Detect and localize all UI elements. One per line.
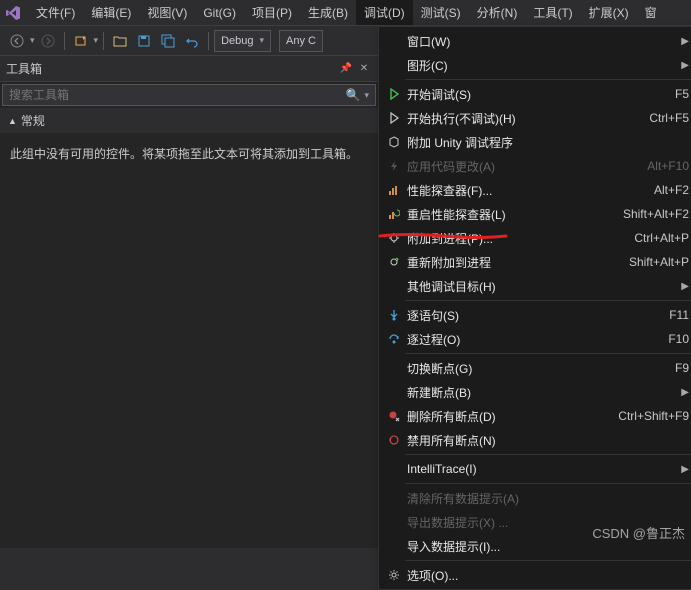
play-outline-icon (383, 112, 405, 124)
profiler-icon (383, 184, 405, 196)
gear-icon (383, 569, 405, 581)
menu-attach-unity[interactable]: 附加 Unity 调试程序 (379, 130, 691, 154)
unity-icon (383, 136, 405, 148)
delete-bp-icon (383, 410, 405, 422)
pin-icon[interactable]: 📌 (338, 61, 354, 77)
menu-other-targets[interactable]: 其他调试目标(H)▶ (379, 274, 691, 298)
step-into-icon (383, 309, 405, 321)
search-icon: 🔍 (346, 88, 361, 102)
menu-project[interactable]: 项目(P) (244, 0, 300, 25)
expand-icon: ▲ (8, 116, 17, 126)
debug-dropdown-menu: 窗口(W)▶ 图形(C)▶ 开始调试(S)F5 开始执行(不调试)(H)Ctrl… (378, 26, 691, 590)
watermark: CSDN @鲁正杰 (592, 523, 685, 542)
play-icon (383, 88, 405, 100)
chevron-down-icon: ▾ (94, 35, 99, 46)
toolbox-empty-text: 此组中没有可用的控件。将某项拖至此文本可将其添加到工具箱。 (0, 133, 378, 175)
chevron-right-icon: ▶ (681, 387, 689, 398)
lightning-icon (383, 160, 405, 172)
chevron-right-icon: ▶ (681, 281, 689, 292)
menu-build[interactable]: 生成(B) (300, 0, 356, 25)
menu-disable-all-bp[interactable]: 禁用所有断点(N) (379, 428, 691, 452)
menu-options[interactable]: 选项(O)... (379, 563, 691, 587)
toolbox-search[interactable]: 🔍 ▾ (2, 84, 376, 106)
toolbox-panel: 工具箱 📌 ✕ 🔍 ▾ ▲ 常规 此组中没有可用的控件。将某项拖至此文本可将其添… (0, 56, 378, 548)
menu-graphics[interactable]: 图形(C)▶ (379, 53, 691, 77)
toolbox-title: 工具箱 (6, 60, 336, 77)
vs-logo-icon (2, 2, 24, 24)
annotation-underline (378, 232, 498, 236)
menu-view[interactable]: 视图(V) (139, 0, 195, 25)
menu-delete-all-bp[interactable]: 删除所有断点(D)Ctrl+Shift+F9 (379, 404, 691, 428)
chevron-down-icon: ▾ (259, 35, 264, 46)
save-all-button[interactable] (157, 30, 179, 52)
menu-analyze[interactable]: 分析(N) (469, 0, 526, 25)
chevron-down-icon: ▾ (30, 35, 35, 46)
menu-test[interactable]: 测试(S) (413, 0, 469, 25)
menu-start-debug[interactable]: 开始调试(S)F5 (379, 82, 691, 106)
menu-relaunch-profiler[interactable]: 重启性能探查器(L)Shift+Alt+F2 (379, 202, 691, 226)
menu-step-into[interactable]: 逐语句(S)F11 (379, 303, 691, 327)
disable-bp-icon (383, 434, 405, 446)
menu-file[interactable]: 文件(F) (28, 0, 83, 25)
chevron-right-icon: ▶ (681, 464, 689, 475)
menu-apply-code-changes: 应用代码更改(A)Alt+F10 (379, 154, 691, 178)
menu-git[interactable]: Git(G) (195, 2, 244, 24)
chevron-right-icon: ▶ (681, 60, 689, 71)
nav-back-button[interactable] (6, 30, 28, 52)
menu-start-no-debug[interactable]: 开始执行(不调试)(H)Ctrl+F5 (379, 106, 691, 130)
menu-new-bp[interactable]: 新建断点(B)▶ (379, 380, 691, 404)
menu-extensions[interactable]: 扩展(X) (581, 0, 637, 25)
menu-bar: 文件(F) 编辑(E) 视图(V) Git(G) 项目(P) 生成(B) 调试(… (0, 0, 691, 26)
chevron-down-icon: ▾ (364, 90, 369, 101)
config-dropdown[interactable]: Debug▾ (214, 30, 271, 52)
search-input[interactable] (9, 88, 346, 102)
toolbox-section-general[interactable]: ▲ 常规 (0, 108, 378, 133)
menu-clear-datatips: 清除所有数据提示(A) (379, 486, 691, 510)
new-project-button[interactable] (70, 30, 92, 52)
menu-intellitrace[interactable]: IntelliTrace(I)▶ (379, 457, 691, 481)
menu-windows[interactable]: 窗口(W)▶ (379, 29, 691, 53)
chevron-right-icon: ▶ (681, 36, 689, 47)
open-file-button[interactable] (109, 30, 131, 52)
nav-fwd-button[interactable] (37, 30, 59, 52)
menu-window-cut[interactable]: 窗 (637, 0, 665, 25)
menu-reattach[interactable]: 重新附加到进程Shift+Alt+P (379, 250, 691, 274)
reattach-icon (383, 256, 405, 268)
undo-button[interactable] (181, 30, 203, 52)
step-over-icon (383, 333, 405, 345)
profiler-reload-icon (383, 208, 405, 220)
close-icon[interactable]: ✕ (356, 61, 372, 77)
save-button[interactable] (133, 30, 155, 52)
platform-dropdown[interactable]: Any C (279, 30, 323, 52)
menu-toggle-bp[interactable]: 切换断点(G)F9 (379, 356, 691, 380)
menu-tools[interactable]: 工具(T) (525, 0, 580, 25)
menu-step-over[interactable]: 逐过程(O)F10 (379, 327, 691, 351)
menu-edit[interactable]: 编辑(E) (83, 0, 139, 25)
menu-debug[interactable]: 调试(D) (356, 0, 413, 25)
menu-perf-profiler[interactable]: 性能探查器(F)...Alt+F2 (379, 178, 691, 202)
